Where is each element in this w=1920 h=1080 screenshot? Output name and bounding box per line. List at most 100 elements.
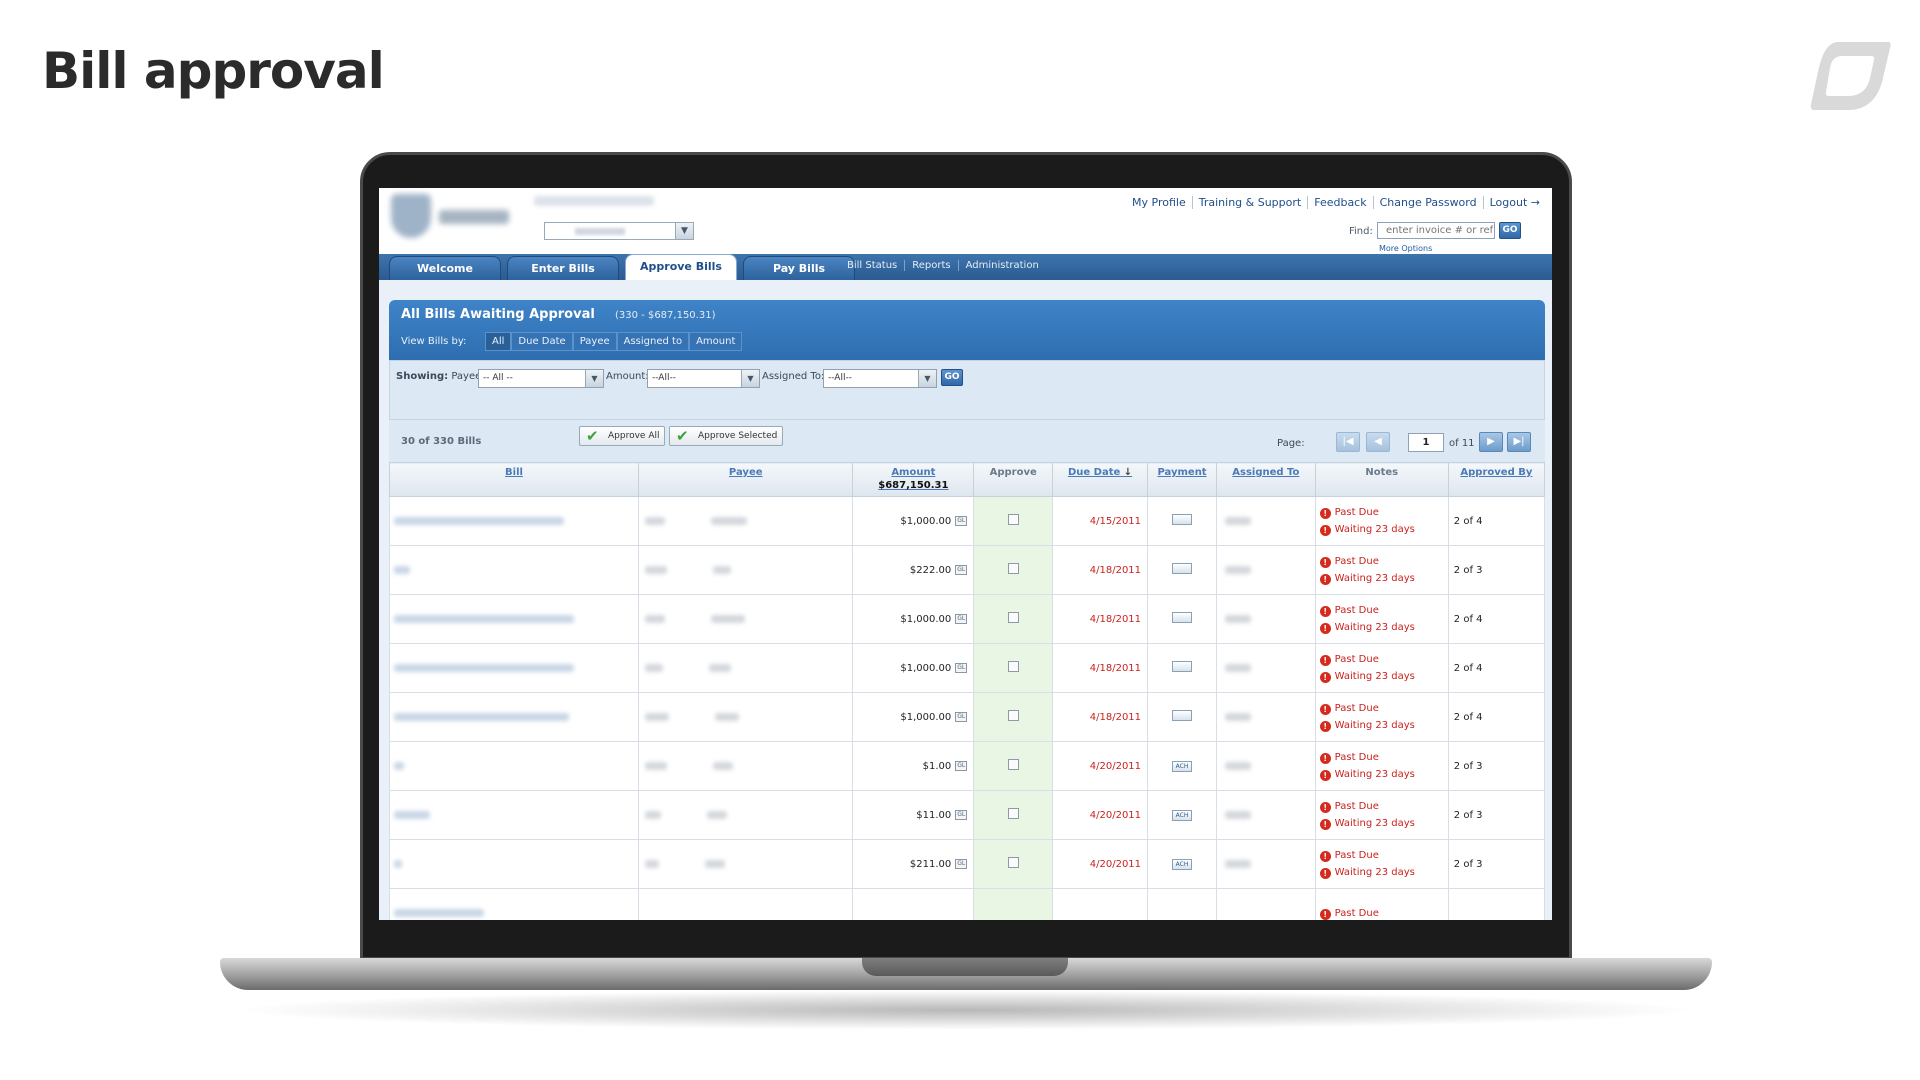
col-due-date[interactable]: Due Date ↓: [1052, 462, 1149, 497]
bill-link[interactable]: [394, 565, 410, 574]
bill-link[interactable]: [394, 516, 564, 525]
find-input[interactable]: [1377, 222, 1495, 239]
due-date: [1052, 888, 1149, 920]
tab-approve-bills[interactable]: Approve Bills: [625, 254, 737, 280]
panel-title: All Bills Awaiting Approval: [401, 307, 595, 322]
last-page-icon[interactable]: ▶|: [1507, 432, 1531, 452]
approve-checkbox[interactable]: [1007, 857, 1019, 868]
gl-icon[interactable]: GL: [955, 564, 968, 575]
link-training-support[interactable]: Training & Support: [1191, 196, 1307, 209]
tab-welcome[interactable]: Welcome: [389, 256, 501, 280]
amount-value: $1.00: [922, 760, 952, 772]
col-payment[interactable]: Payment: [1147, 462, 1218, 497]
table-row[interactable]: $1,000.00 GL 4/18/2011 ! Past Due! Waiting 23…: [389, 692, 1545, 742]
assigned-filter-select[interactable]: --All-- ▼: [823, 369, 937, 388]
bill-link[interactable]: [394, 859, 402, 868]
table-row[interactable]: ! Past Due: [389, 888, 1545, 920]
view-by-assigned-to[interactable]: Assigned to: [616, 332, 690, 351]
approve-checkbox[interactable]: [1007, 514, 1019, 525]
payment-method[interactable]: ACH: [1147, 741, 1218, 791]
find-go-button[interactable]: GO: [1499, 222, 1521, 239]
payment-method[interactable]: [1147, 643, 1218, 693]
prev-page-icon[interactable]: ◀: [1366, 432, 1390, 452]
bill-link[interactable]: [394, 614, 574, 623]
bill-link[interactable]: [394, 761, 404, 770]
company-select[interactable]: ▼: [544, 222, 694, 240]
amount-total: $687,150.31: [878, 480, 949, 491]
page-of: of 11: [1449, 438, 1475, 449]
link-bill-status[interactable]: Bill Status: [840, 260, 904, 271]
view-by-amount[interactable]: Amount: [689, 332, 743, 351]
gl-icon[interactable]: GL: [955, 858, 968, 869]
app-screen: ▼ My Profile Training & Support Feedback…: [379, 188, 1552, 920]
table-row[interactable]: $1,000.00 GL 4/18/2011 ! Past Due! Waiting 23…: [389, 643, 1545, 693]
link-my-profile[interactable]: My Profile: [1126, 196, 1192, 209]
approve-checkbox[interactable]: [1007, 710, 1019, 721]
gl-icon[interactable]: GL: [955, 613, 968, 624]
col-approved-by[interactable]: Approved By: [1447, 462, 1545, 497]
assigned-to-name: [1225, 761, 1252, 770]
bill-link[interactable]: [394, 663, 574, 672]
view-by-all[interactable]: All: [485, 332, 512, 351]
payee-name: [644, 565, 667, 574]
col-bill[interactable]: Bill: [389, 462, 639, 497]
first-page-icon[interactable]: |◀: [1336, 432, 1360, 452]
bill-link[interactable]: [394, 908, 484, 917]
gl-icon[interactable]: GL: [955, 809, 968, 820]
payment-method[interactable]: [1147, 545, 1218, 595]
tab-enter-bills[interactable]: Enter Bills: [507, 256, 619, 280]
table-row[interactable]: $1.00 GL 4/20/2011 ACH ! Past Due! Waiting 23 …: [389, 741, 1545, 791]
approve-checkbox[interactable]: [1007, 612, 1019, 623]
assigned-to-name: [1225, 712, 1252, 721]
tab-pay-bills[interactable]: Pay Bills: [743, 256, 855, 280]
link-logout[interactable]: Logout →: [1482, 196, 1546, 209]
more-options-link[interactable]: More Options: [1379, 244, 1432, 253]
view-by-due-date[interactable]: Due Date: [511, 332, 573, 351]
bill-link[interactable]: [394, 712, 569, 721]
payment-method[interactable]: [1147, 594, 1218, 644]
bill-link[interactable]: [394, 810, 430, 819]
link-change-password[interactable]: Change Password: [1372, 196, 1483, 209]
link-administration[interactable]: Administration: [957, 260, 1046, 271]
gl-icon[interactable]: GL: [955, 662, 968, 673]
amount-value: $222.00: [909, 564, 952, 576]
link-reports[interactable]: Reports: [904, 260, 957, 271]
amount-filter-select[interactable]: --All-- ▼: [647, 369, 760, 388]
notes-cell: ! Past Due! Waiting 23 days: [1314, 545, 1449, 595]
filter-go-button[interactable]: GO: [941, 369, 963, 386]
approve-checkbox[interactable]: [1007, 563, 1019, 574]
approve-selected-button[interactable]: ✔ Approve Selected: [669, 426, 783, 446]
link-feedback[interactable]: Feedback: [1307, 196, 1372, 209]
approved-by: 2 of 4: [1447, 692, 1545, 742]
col-amount[interactable]: Amount $687,150.31: [852, 462, 975, 497]
gl-icon[interactable]: GL: [955, 711, 968, 722]
table-row[interactable]: $1,000.00 GL 4/18/2011 ! Past Due! Waiting 23…: [389, 594, 1545, 644]
approve-all-button[interactable]: ✔ Approve All: [579, 426, 665, 446]
shield-logo-icon: [391, 194, 431, 238]
gl-icon[interactable]: GL: [955, 515, 968, 526]
view-by-payee[interactable]: Payee: [572, 332, 617, 351]
ach-payment-icon: ACH: [1172, 761, 1193, 772]
table-row[interactable]: $1,000.00 GL 4/15/2011 ! Past Due! Waiting 23…: [389, 496, 1545, 546]
payment-method[interactable]: [1147, 888, 1218, 920]
table-row[interactable]: $11.00 GL 4/20/2011 ACH ! Past Due! Waiting 23…: [389, 790, 1545, 840]
ach-payment-icon: ACH: [1172, 810, 1193, 821]
next-page-icon[interactable]: ▶: [1479, 432, 1503, 452]
col-assigned-to[interactable]: Assigned To: [1216, 462, 1316, 497]
payment-method[interactable]: [1147, 496, 1218, 546]
payment-method[interactable]: ACH: [1147, 790, 1218, 840]
assigned-to-name: [1225, 859, 1252, 868]
payment-method[interactable]: [1147, 692, 1218, 742]
alert-icon: !: [1319, 557, 1331, 568]
page-input[interactable]: [1408, 433, 1444, 452]
approve-checkbox[interactable]: [1007, 759, 1019, 770]
gl-icon[interactable]: GL: [955, 760, 968, 771]
col-payee[interactable]: Payee: [637, 462, 854, 497]
approve-checkbox[interactable]: [1007, 808, 1019, 819]
table-row[interactable]: $211.00 GL 4/20/2011 ACH ! Past Due! Waiting 2…: [389, 839, 1545, 889]
table-row[interactable]: $222.00 GL 4/18/2011 ! Past Due! Waiting 23 d…: [389, 545, 1545, 595]
payee-name: [644, 516, 665, 525]
payment-method[interactable]: ACH: [1147, 839, 1218, 889]
approve-checkbox[interactable]: [1007, 661, 1019, 672]
payee-filter-select[interactable]: -- All -- ▼: [478, 369, 604, 388]
